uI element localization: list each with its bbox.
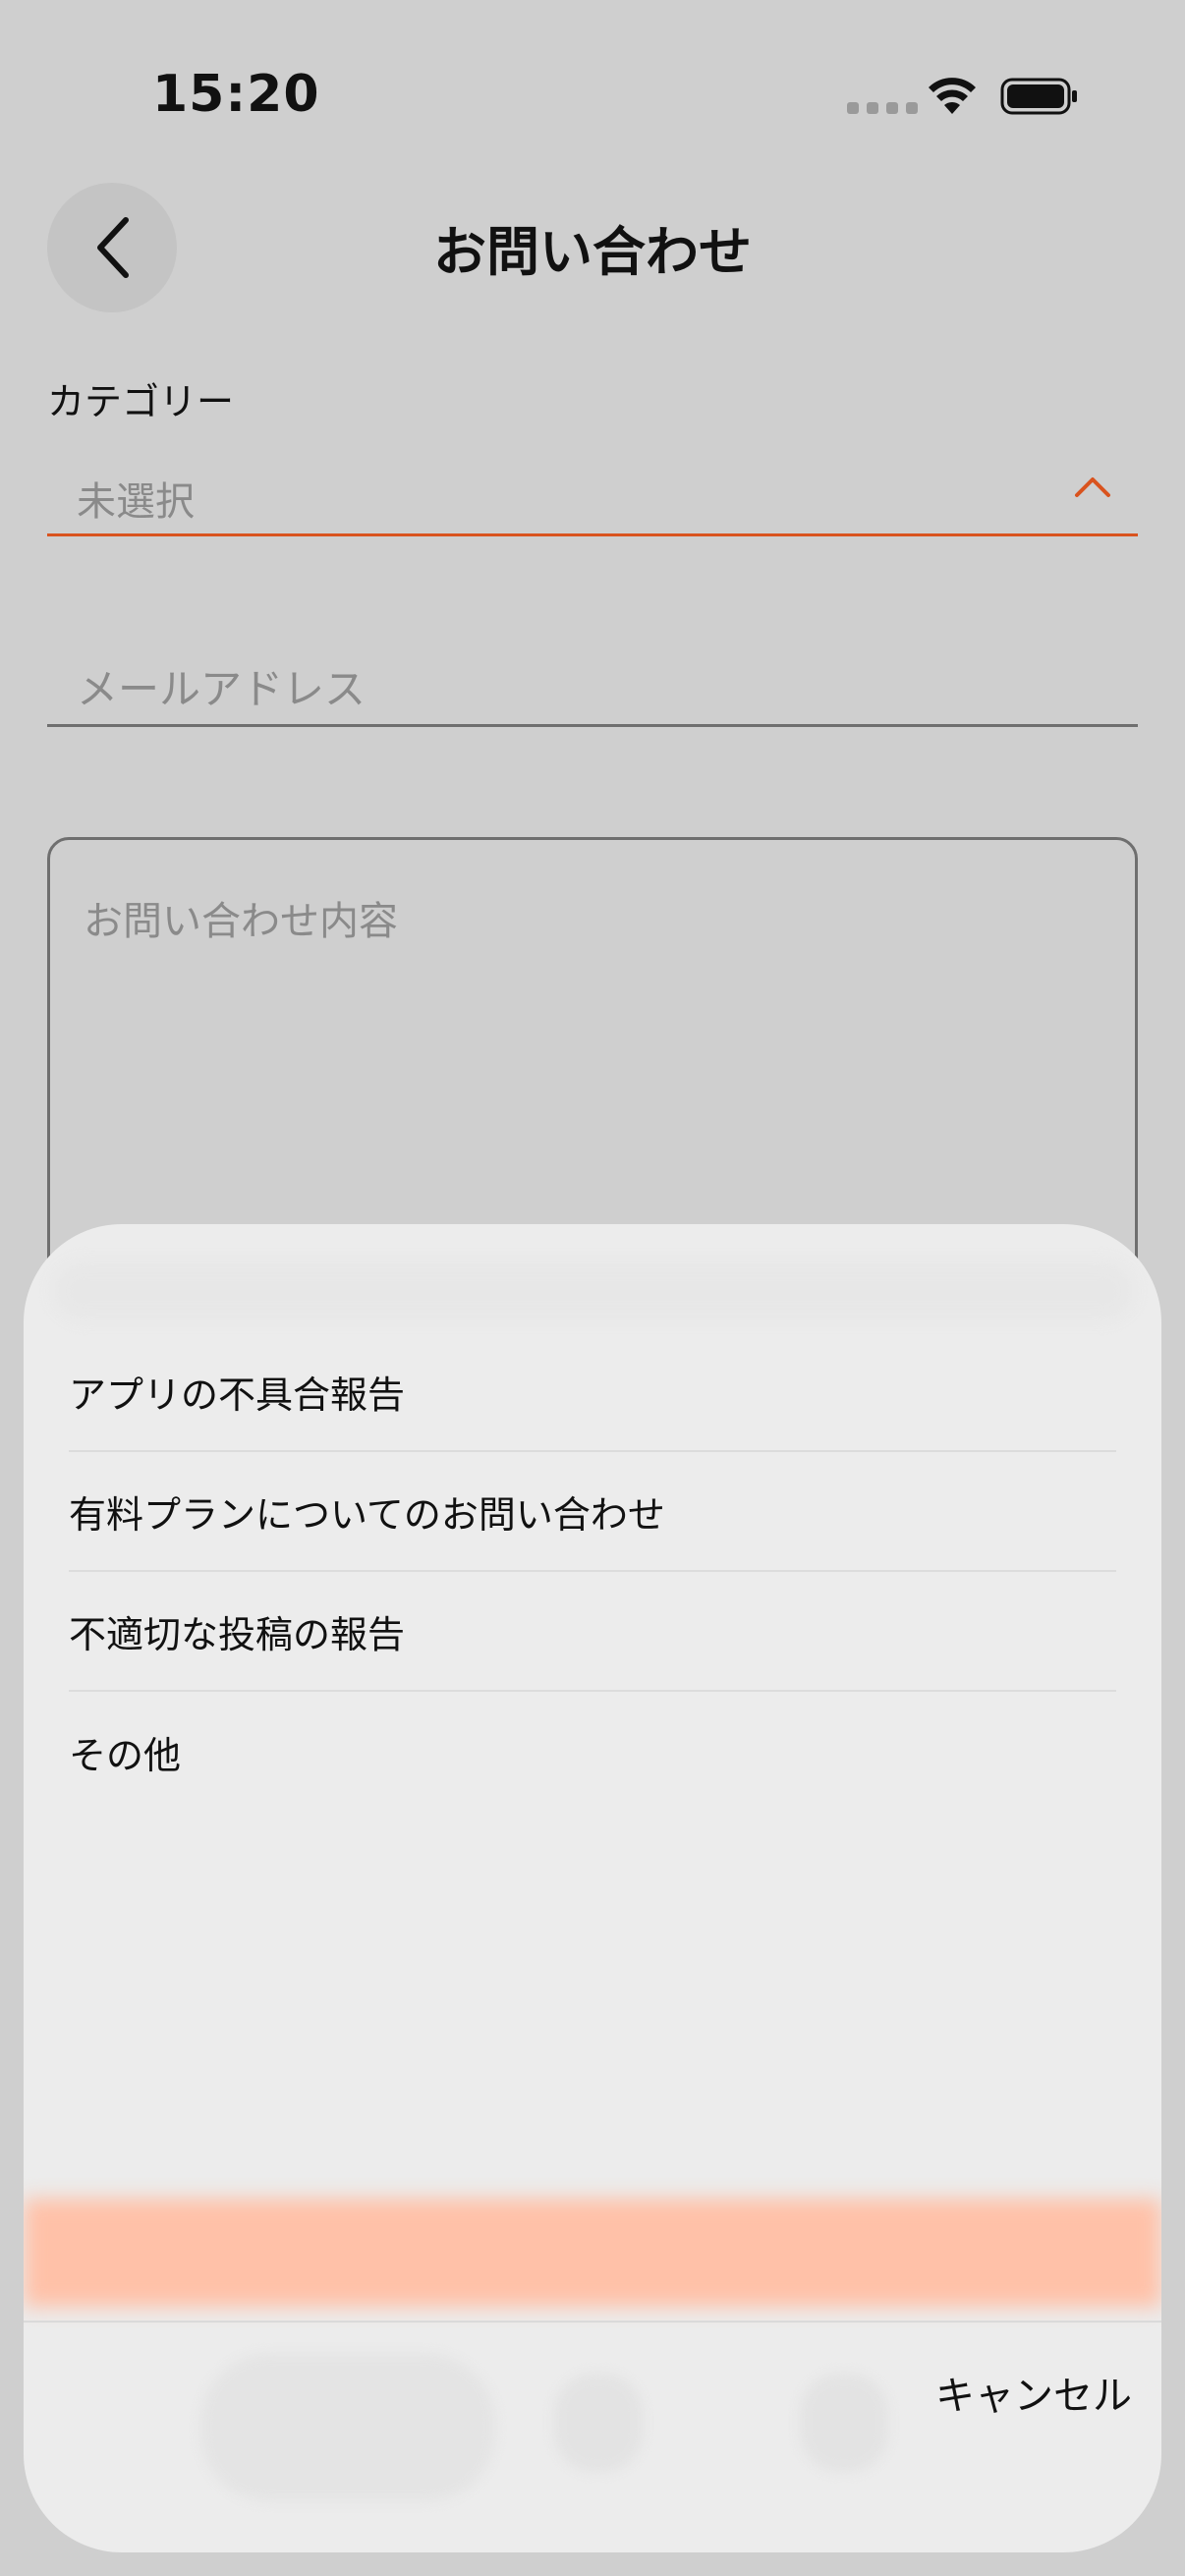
picker-option-paid-plan[interactable]: 有料プランについてのお問い合わせ bbox=[69, 1452, 1116, 1572]
picker-option-bug-report[interactable]: アプリの不具合報告 bbox=[69, 1332, 1116, 1452]
picker-option-inappropriate-post[interactable]: 不適切な投稿の報告 bbox=[69, 1572, 1116, 1692]
cellular-signal-icon bbox=[847, 102, 918, 114]
page-title: お問い合わせ bbox=[433, 221, 752, 283]
blurred-submit-button bbox=[24, 2199, 1161, 2307]
category-label: カテゴリー bbox=[47, 380, 235, 423]
message-placeholder: お問い合わせ内容 bbox=[84, 899, 398, 944]
sheet-blur-header bbox=[53, 1261, 1134, 1320]
blurred-tab-bar bbox=[200, 2354, 495, 2501]
cancel-button[interactable]: キャンセル bbox=[935, 2364, 1132, 2421]
blurred-tab-item bbox=[800, 2374, 888, 2472]
email-field[interactable]: メールアドレス bbox=[47, 639, 1138, 727]
category-select-value: 未選択 bbox=[77, 479, 195, 525]
chevron-up-icon bbox=[1075, 477, 1110, 497]
email-placeholder: メールアドレス bbox=[77, 665, 367, 713]
wifi-icon bbox=[929, 78, 976, 114]
battery-icon bbox=[1000, 78, 1077, 115]
status-time: 15:20 bbox=[152, 65, 320, 124]
picker-options-list: アプリの不具合報告 有料プランについてのお問い合わせ 不適切な投稿の報告 その他 bbox=[69, 1332, 1116, 1812]
blurred-tab-item bbox=[554, 2374, 643, 2472]
picker-option-other[interactable]: その他 bbox=[69, 1692, 1116, 1812]
category-picker-sheet: アプリの不具合報告 有料プランについてのお問い合わせ 不適切な投稿の報告 その他… bbox=[24, 1224, 1161, 2552]
category-select[interactable]: 未選択 bbox=[47, 454, 1138, 536]
status-bar: 15:20 bbox=[0, 0, 1185, 147]
sheet-divider bbox=[24, 2321, 1161, 2323]
